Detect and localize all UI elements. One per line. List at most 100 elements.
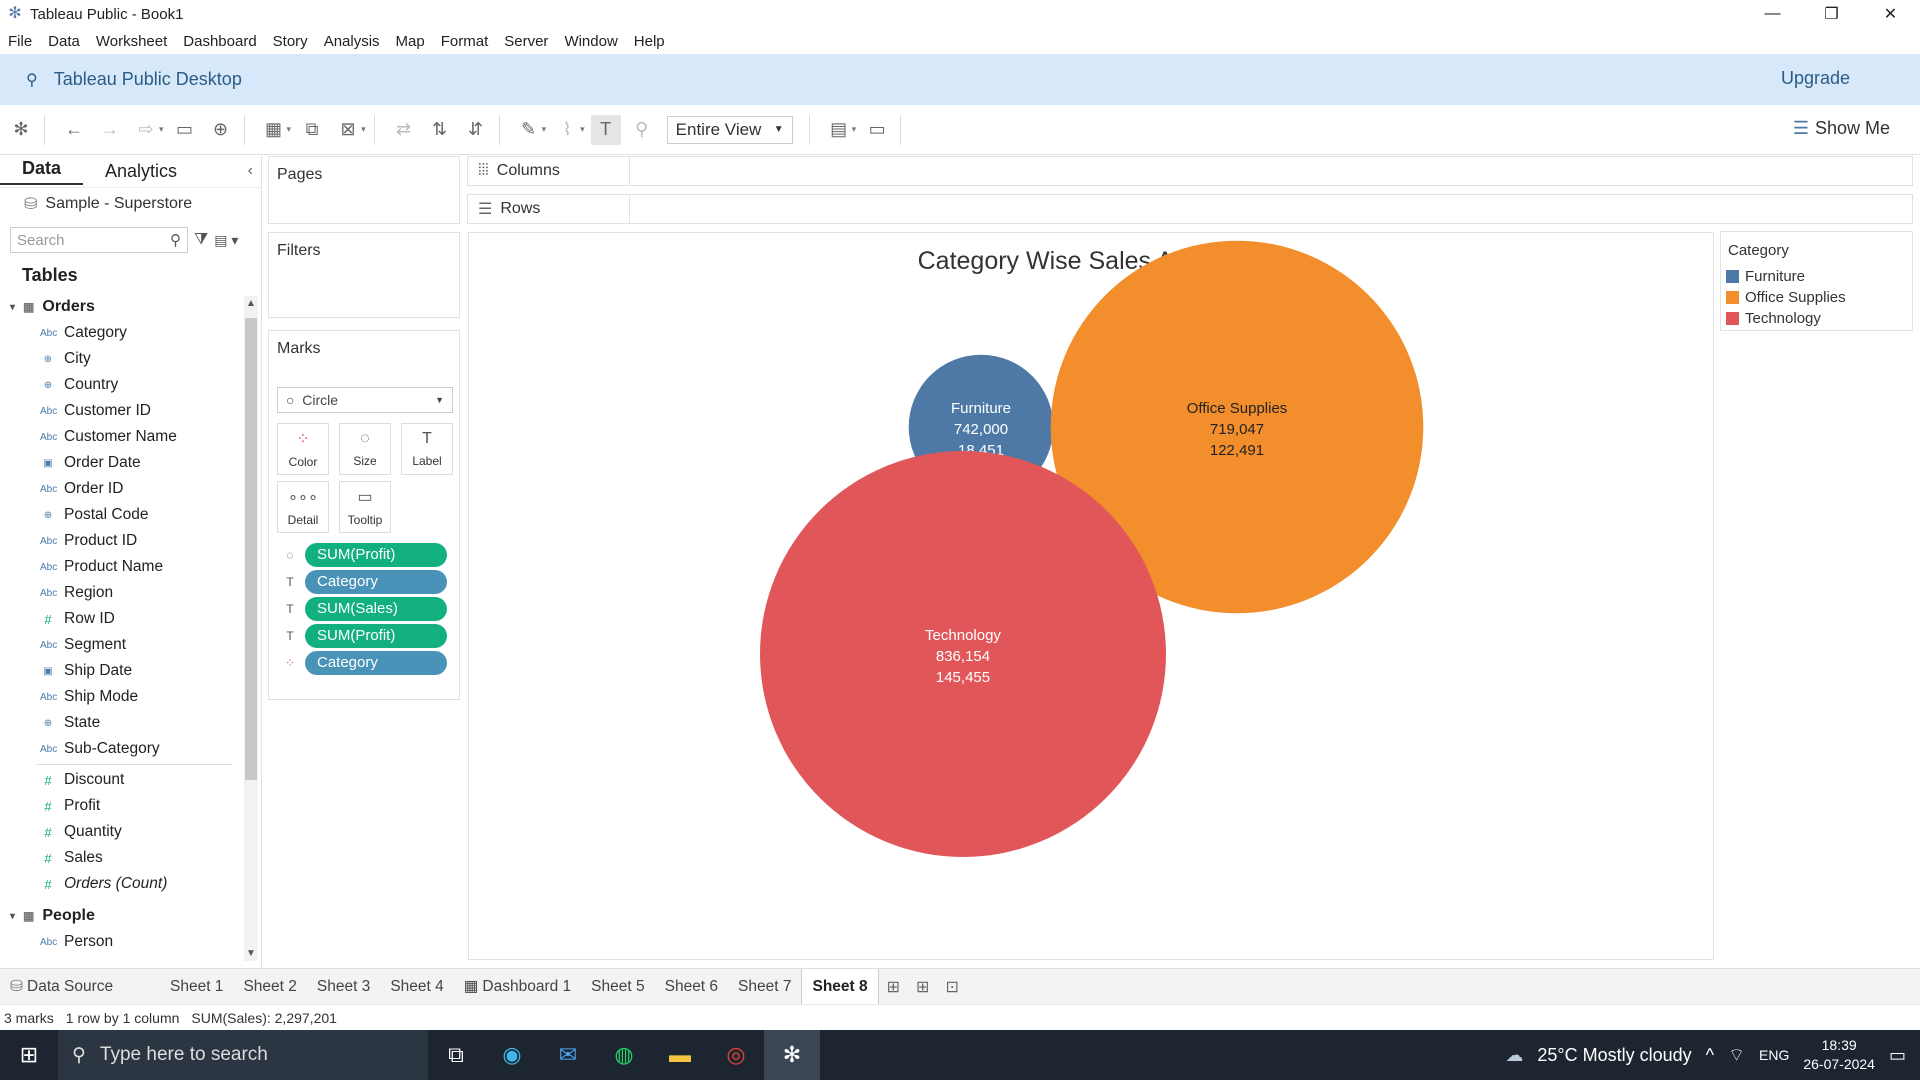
table-group[interactable]: ▾ ▦ People xyxy=(0,903,244,929)
field-item[interactable]: # Row ID xyxy=(0,606,244,632)
sort-ascending-icon[interactable]: ⇅ xyxy=(425,115,455,145)
file-explorer-icon[interactable]: ▬ xyxy=(652,1030,708,1080)
field-item[interactable]: Abc Product Name xyxy=(0,554,244,580)
new-dashboard-icon[interactable]: ⊞ xyxy=(908,977,937,997)
upgrade-link[interactable]: Upgrade xyxy=(1781,68,1850,89)
field-item[interactable]: ⊕ Country xyxy=(0,372,244,398)
show-mark-labels-icon[interactable]: T xyxy=(590,114,621,145)
detail-button[interactable]: ∘∘∘ Detail xyxy=(277,481,329,533)
scroll-up-icon[interactable]: ▲ xyxy=(246,298,256,309)
field-item[interactable]: ▣ Order Date xyxy=(0,450,244,476)
language-indicator[interactable]: ENG xyxy=(1759,1047,1789,1063)
measure-item[interactable]: # Quantity xyxy=(0,819,244,845)
whatsapp-icon[interactable]: ◍ xyxy=(596,1030,652,1080)
menu-file[interactable]: File xyxy=(0,33,40,50)
tab-sheet-1[interactable]: Sheet 1 xyxy=(160,969,233,1005)
field-item[interactable]: Abc Region xyxy=(0,580,244,606)
chrome-icon[interactable]: ◎ xyxy=(708,1030,764,1080)
menu-dashboard[interactable]: Dashboard xyxy=(175,33,264,50)
label-pill-sales[interactable]: SUM(Sales) xyxy=(305,597,447,621)
edge-icon[interactable]: ◉ xyxy=(484,1030,540,1080)
menu-analysis[interactable]: Analysis xyxy=(316,33,388,50)
highlight-icon[interactable]: ✎ xyxy=(514,115,544,145)
columns-shelf[interactable]: ⦙⦙⦙ Columns xyxy=(467,156,1913,186)
taskbar-search[interactable]: ⚲ Type here to search xyxy=(58,1030,428,1080)
view-canvas[interactable]: Category Wise Sales And Profit Furniture… xyxy=(468,232,1714,960)
new-worksheet-icon[interactable]: ⊞ xyxy=(879,977,908,997)
menu-window[interactable]: Window xyxy=(556,33,625,50)
tab-sheet-7[interactable]: Sheet 7 xyxy=(728,969,801,1005)
field-item[interactable]: Abc Product ID xyxy=(0,528,244,554)
menu-server[interactable]: Server xyxy=(496,33,556,50)
mail-icon[interactable]: ✉ xyxy=(540,1030,596,1080)
field-item[interactable]: Abc Order ID xyxy=(0,476,244,502)
field-item[interactable]: Abc Person xyxy=(0,929,244,955)
menu-format[interactable]: Format xyxy=(433,33,497,50)
replay-icon[interactable]: ⇨ xyxy=(131,115,161,145)
size-button[interactable]: ◌ Size xyxy=(339,423,391,475)
measure-item[interactable]: # Discount xyxy=(0,767,244,793)
notifications-icon[interactable]: ▭ xyxy=(1889,1045,1906,1066)
measure-item[interactable]: # Sales xyxy=(0,845,244,871)
menu-map[interactable]: Map xyxy=(388,33,433,50)
size-pill-profit[interactable]: SUM(Profit) xyxy=(305,543,447,567)
tooltip-button[interactable]: ▭ Tooltip xyxy=(339,481,391,533)
save-icon[interactable]: ▭ xyxy=(170,115,200,145)
tab-sheet-4[interactable]: Sheet 4 xyxy=(380,969,453,1005)
menu-help[interactable]: Help xyxy=(626,33,673,50)
field-item[interactable]: Abc Category xyxy=(0,320,244,346)
tab-analytics[interactable]: Analytics xyxy=(83,161,199,182)
tab-data-source[interactable]: ⛁ Data Source xyxy=(0,977,160,996)
minimize-button[interactable]: — xyxy=(1743,0,1802,28)
color-button[interactable]: ⁘ Color xyxy=(277,423,329,475)
duplicate-sheet-icon[interactable]: ⧉ xyxy=(297,115,327,145)
sort-descending-icon[interactable]: ⇵ xyxy=(461,115,491,145)
task-view-icon[interactable]: ⧉ xyxy=(428,1030,484,1080)
group-members-icon[interactable]: ⌇ xyxy=(552,115,582,145)
tab-sheet-8[interactable]: Sheet 8 xyxy=(801,968,879,1005)
filters-card[interactable]: Filters xyxy=(268,232,460,318)
scroll-down-icon[interactable]: ▼ xyxy=(246,948,256,959)
new-story-icon[interactable]: ⊡ xyxy=(937,977,966,997)
new-data-source-icon[interactable]: ⊕ xyxy=(206,115,236,145)
field-item[interactable]: ⊕ State xyxy=(0,710,244,736)
undo-icon[interactable]: ← xyxy=(59,115,89,145)
tab-sheet-3[interactable]: Sheet 3 xyxy=(307,969,380,1005)
restore-button[interactable]: ❐ xyxy=(1802,0,1861,28)
table-group[interactable]: ▾ ▦ Orders xyxy=(0,294,244,320)
fit-view-dropdown[interactable]: Entire View ▼ xyxy=(666,115,793,144)
legend-item-technology[interactable]: Technology xyxy=(1721,308,1912,329)
field-list-scrollbar[interactable]: ▲ ▼ xyxy=(244,296,258,961)
field-item[interactable]: ⊕ Postal Code xyxy=(0,502,244,528)
new-worksheet-icon[interactable]: ▦ xyxy=(259,115,289,145)
menu-story[interactable]: Story xyxy=(265,33,316,50)
scrollbar-thumb[interactable] xyxy=(245,318,257,780)
filter-icon[interactable]: ⧩ xyxy=(194,231,208,249)
field-item[interactable]: Abc Ship Mode xyxy=(0,684,244,710)
collapse-pane-icon[interactable]: ‹ xyxy=(248,162,253,180)
weather-text[interactable]: 25°C Mostly cloudy xyxy=(1537,1045,1691,1066)
search-input[interactable]: Search ⚲ xyxy=(10,227,188,253)
legend-item-office-supplies[interactable]: Office Supplies xyxy=(1721,287,1912,308)
data-source-item[interactable]: ⛁ Sample - Superstore xyxy=(0,188,261,220)
show-cards-icon[interactable]: ▤ xyxy=(824,115,854,145)
menu-data[interactable]: Data xyxy=(40,33,88,50)
chevron-up-icon[interactable]: ^ xyxy=(1706,1045,1714,1066)
windows-start-icon[interactable]: ⊞ xyxy=(0,1030,58,1080)
tab-sheet-6[interactable]: Sheet 6 xyxy=(655,969,728,1005)
label-pill-profit[interactable]: SUM(Profit) xyxy=(305,624,447,648)
tableau-start-icon[interactable]: ✻ xyxy=(6,115,36,145)
tableau-taskbar-icon[interactable]: ✻ xyxy=(764,1030,820,1080)
field-item[interactable]: Abc Customer ID xyxy=(0,398,244,424)
fix-axes-icon[interactable]: ⚲ xyxy=(627,115,657,145)
label-pill-category[interactable]: Category xyxy=(305,570,447,594)
pages-card[interactable]: Pages xyxy=(268,156,460,224)
field-item[interactable]: Abc Customer Name xyxy=(0,424,244,450)
tab-sheet-2[interactable]: Sheet 2 xyxy=(233,969,306,1005)
clock[interactable]: 18:39 26-07-2024 xyxy=(1803,1036,1875,1074)
label-button[interactable]: T Label xyxy=(401,423,453,475)
field-item[interactable]: Abc Segment xyxy=(0,632,244,658)
clear-sheet-icon[interactable]: ⊠ xyxy=(333,115,363,145)
view-options-icon[interactable]: ▤ ▾ xyxy=(214,232,238,249)
rows-shelf[interactable]: ☰ Rows xyxy=(467,194,1913,224)
